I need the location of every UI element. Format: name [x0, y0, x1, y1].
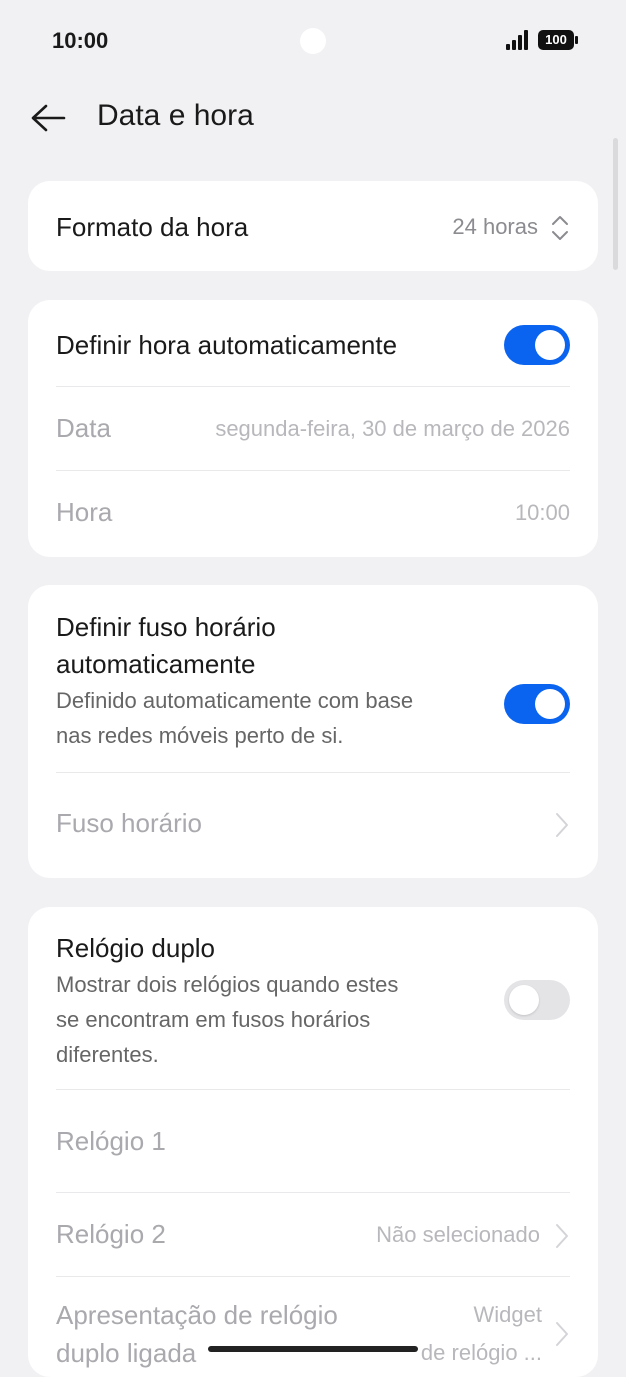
auto-timezone-label-line2: automaticamente	[56, 649, 256, 679]
date-label: Data	[56, 413, 111, 443]
clock2-label: Relógio 2	[56, 1219, 166, 1249]
scrollbar[interactable]	[613, 138, 618, 270]
up-down-chevron-icon	[552, 216, 568, 240]
time-format-row[interactable]: Formato da hora 24 horas	[28, 181, 598, 271]
display-value-line1: Widget	[473, 1302, 542, 1327]
dual-clock-row[interactable]: Relógio duplo Mostrar dois relógios quan…	[56, 931, 570, 1081]
timezone-row: Fuso horário	[56, 808, 570, 842]
time-row: Hora 10:00	[56, 497, 570, 531]
clock2-value: Não selecionado	[376, 1222, 540, 1247]
dual-clock-label: Relógio duplo	[56, 933, 216, 963]
dual-clock-card: Relógio duplo Mostrar dois relógios quan…	[28, 907, 598, 1377]
time-format-value: 24 horas	[452, 214, 538, 239]
header: Data e hora	[0, 88, 626, 148]
signal-icon	[506, 30, 530, 50]
time-value: 10:00	[514, 500, 570, 525]
auto-time-label: Definir hora automaticamente	[56, 330, 398, 360]
time-format-label: Formato da hora	[56, 212, 249, 242]
time-label: Hora	[56, 497, 113, 527]
auto-timezone-row[interactable]: Definir fuso horário automaticamente Def…	[56, 609, 570, 759]
back-arrow-icon[interactable]	[28, 98, 68, 138]
chevron-right-icon	[556, 1322, 568, 1346]
clock2-row: Relógio 2 Não selecionado	[56, 1219, 570, 1253]
display-value-line2: de relógio ...	[420, 1340, 542, 1365]
auto-timezone-toggle[interactable]	[504, 684, 570, 724]
status-bar: 10:00 100	[0, 0, 626, 80]
dual-clock-display-row: Apresentação de relógio duplo ligada Wid…	[56, 1296, 570, 1376]
auto-time-card: Definir hora automaticamente Data segund…	[28, 300, 598, 557]
dual-clock-toggle[interactable]	[504, 980, 570, 1020]
auto-timezone-label-line1: Definir fuso horário	[56, 612, 276, 642]
page-title: Data e hora	[97, 99, 254, 132]
clock1-label: Relógio 1	[56, 1126, 166, 1156]
battery-icon: 100	[538, 30, 578, 50]
auto-timezone-desc-line1: Definido automaticamente com base	[56, 688, 414, 713]
date-row: Data segunda-feira, 30 de março de 2026	[56, 413, 570, 447]
date-value: segunda-feira, 30 de março de 2026	[215, 416, 570, 441]
status-time: 10:00	[52, 28, 109, 53]
auto-timezone-desc-line2: nas redes móveis perto de si.	[56, 723, 344, 748]
auto-time-row[interactable]: Definir hora automaticamente	[56, 325, 570, 365]
clock1-row: Relógio 1	[56, 1126, 570, 1160]
home-indicator[interactable]	[208, 1346, 418, 1352]
dual-clock-desc-line1: Mostrar dois relógios quando estes	[56, 972, 399, 997]
auto-time-toggle[interactable]	[504, 325, 570, 365]
auto-timezone-card: Definir fuso horário automaticamente Def…	[28, 585, 598, 878]
chevron-right-icon	[556, 1224, 568, 1248]
dual-clock-desc-line3: diferentes.	[56, 1042, 159, 1067]
camera-cutout	[300, 28, 326, 54]
timezone-label: Fuso horário	[56, 808, 202, 838]
chevron-right-icon	[556, 813, 568, 837]
dual-clock-desc-line2: se encontram em fusos horários	[56, 1007, 371, 1032]
